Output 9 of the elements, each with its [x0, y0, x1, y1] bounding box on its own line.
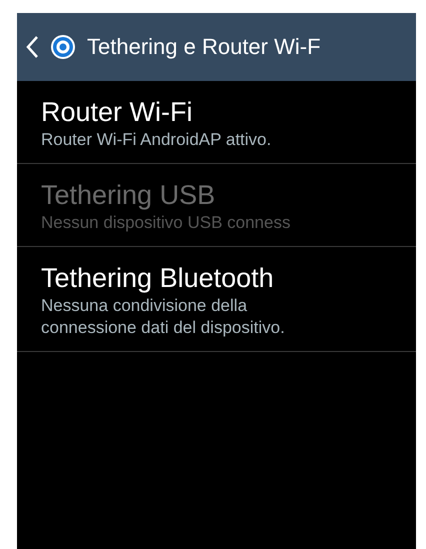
item-title: Tethering Bluetooth [41, 262, 275, 295]
item-summary: Nessun dispositivo USB conness [41, 212, 292, 234]
settings-item[interactable]: Tethering Bluetooth Nessuna condivisione della connessione dati del dispositivo. [17, 247, 416, 352]
screen-title: Tethering e Router Wi-F [87, 34, 321, 60]
item-title: Tethering USB [41, 179, 216, 212]
item-summary: Router Wi-Fi AndroidAP attivo. [41, 129, 272, 151]
settings-item[interactable]: Router Wi-Fi Router Wi-Fi AndroidAP attivo. [17, 81, 416, 164]
item-title: Router Wi-Fi [41, 96, 194, 129]
item-summary: Nessuna condivisione della connessione dati del dispositivo. [41, 295, 286, 339]
